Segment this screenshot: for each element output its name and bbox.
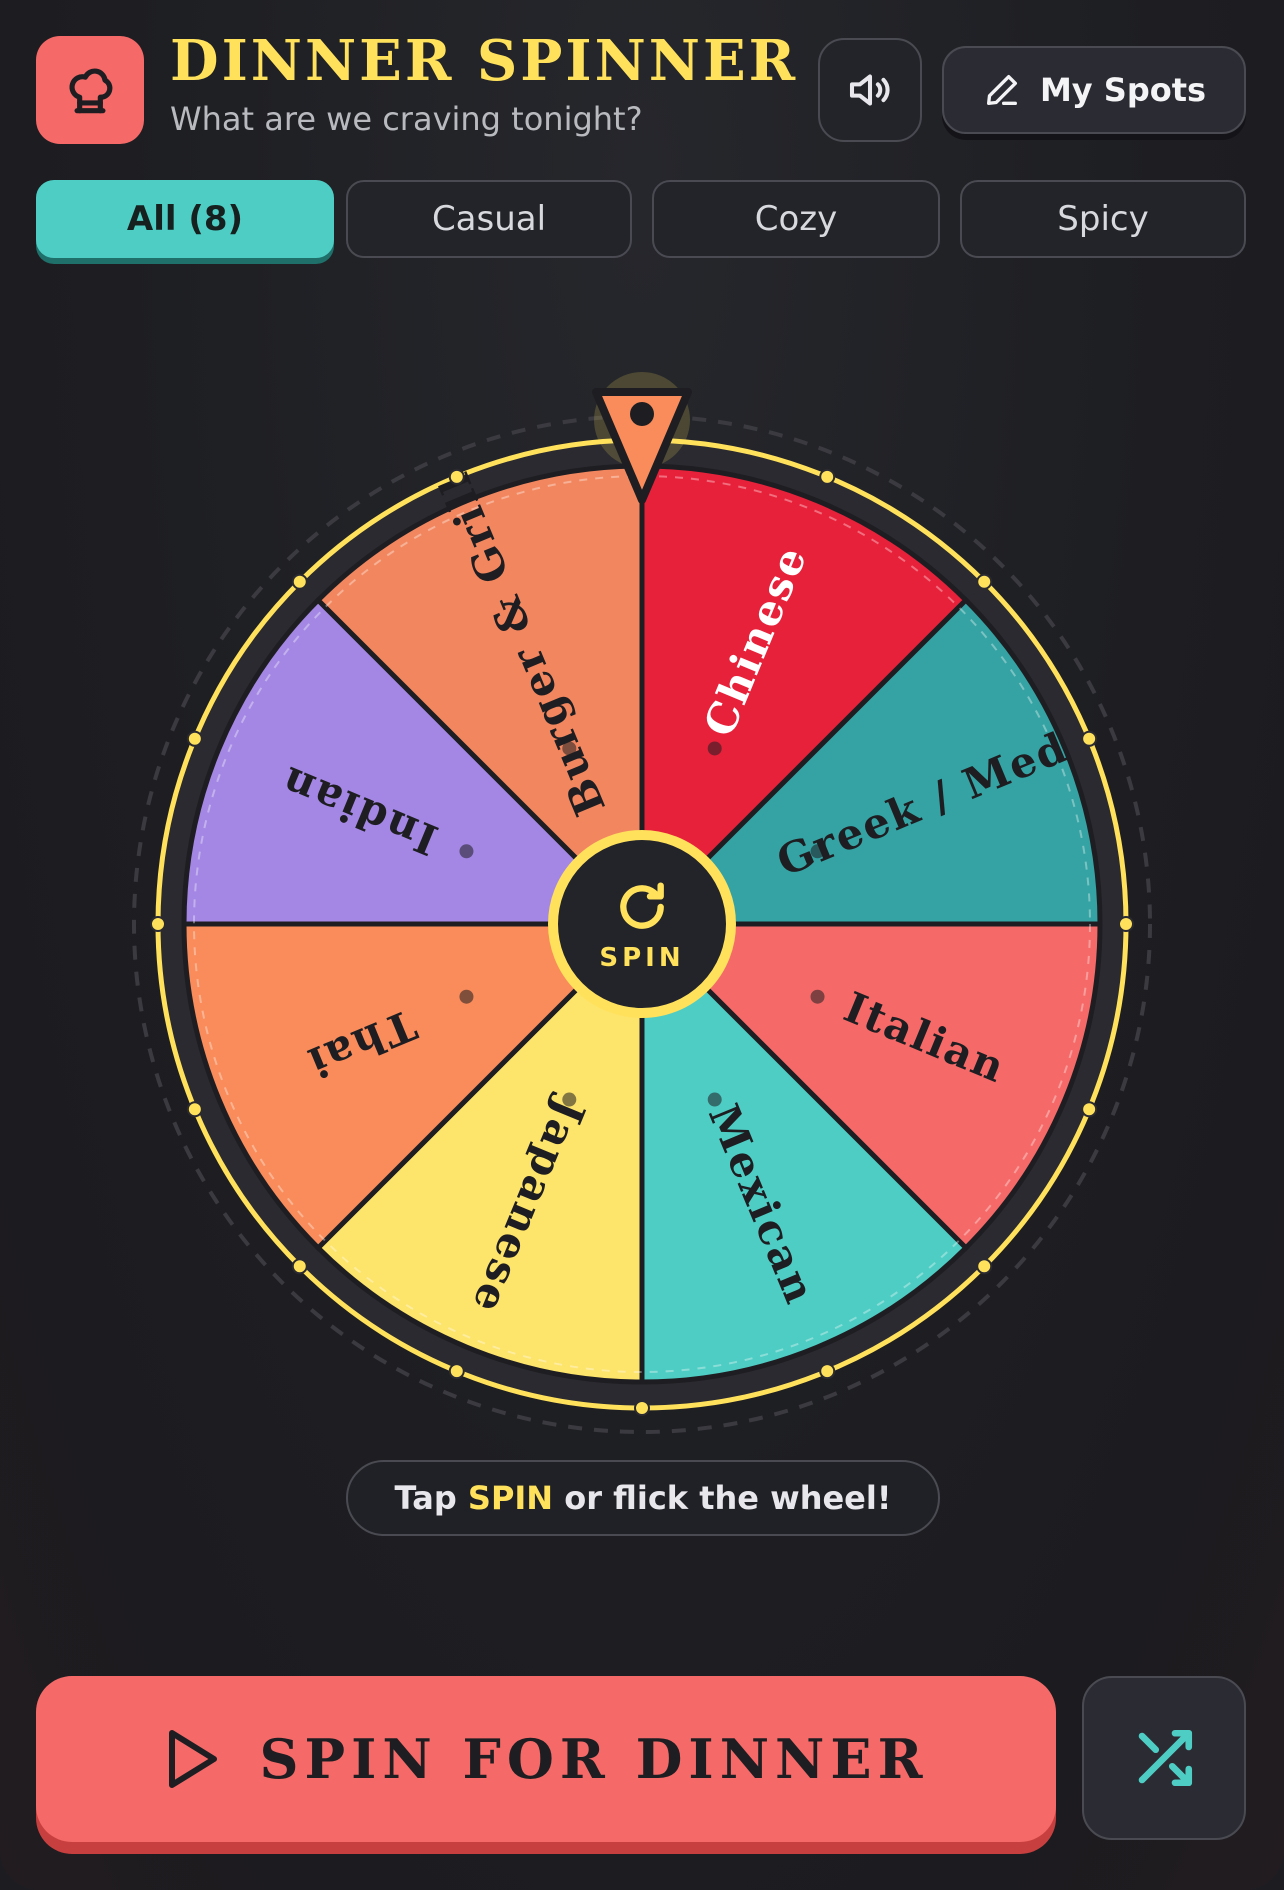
segment-dot <box>810 989 825 1004</box>
rim-bulb <box>976 1258 993 1275</box>
hint-text-pre: Tap <box>394 1479 468 1517</box>
rim-bulb <box>186 730 203 747</box>
shuffle-button[interactable] <box>1082 1676 1246 1840</box>
rim-bulb <box>291 573 308 590</box>
rim-bulb <box>291 1258 308 1275</box>
spin-for-dinner-button[interactable]: SPIN FOR DINNER <box>36 1676 1056 1842</box>
spin-for-dinner-label: SPIN FOR DINNER <box>259 1727 929 1791</box>
rim-bulb <box>448 468 465 485</box>
chef-hat-icon <box>36 36 144 144</box>
segment-dot <box>459 989 474 1004</box>
hint-text-highlight: SPIN <box>467 1479 554 1517</box>
rim-bulb <box>448 1363 465 1380</box>
speaker-icon <box>849 74 890 106</box>
rim-bulb <box>634 1400 650 1416</box>
rim-bulb <box>186 1101 203 1118</box>
app-title: DINNER SPINNER <box>170 28 799 94</box>
tab-cozy[interactable]: Cozy <box>652 180 940 258</box>
play-icon <box>168 1730 217 1788</box>
app-root: DINNER SPINNER What are we craving tonig… <box>0 0 1284 1890</box>
pointer-pin <box>630 402 654 426</box>
rim-bulb <box>819 1363 836 1380</box>
rim-bulb <box>819 468 836 485</box>
rim-bulb <box>150 916 166 932</box>
segment-dot <box>707 1092 722 1107</box>
refresh-icon <box>620 882 664 929</box>
spin-hub-label: SPIN <box>599 943 685 973</box>
rim-bulb <box>1081 1101 1098 1118</box>
app-subtitle: What are we craving tonight? <box>170 100 643 138</box>
my-spots-button[interactable]: My Spots <box>942 46 1246 134</box>
rim-bulb <box>976 573 993 590</box>
segment-dot <box>707 741 722 756</box>
hint-text-post: or flick the wheel! <box>553 1479 892 1517</box>
tab-all[interactable]: All (8) <box>36 180 334 258</box>
spin-hub-button[interactable]: SPIN <box>548 830 736 1018</box>
sound-toggle-button[interactable] <box>818 38 922 142</box>
tab-spicy[interactable]: Spicy <box>960 180 1246 258</box>
segment-dot <box>459 844 474 859</box>
rim-bulb <box>1118 916 1134 932</box>
my-spots-label: My Spots <box>1039 71 1207 109</box>
tab-casual[interactable]: Casual <box>346 180 632 258</box>
rim-bulb <box>1081 730 1098 747</box>
spin-hint: Tap SPIN or flick the wheel! <box>346 1460 940 1536</box>
pencil-icon <box>986 75 1017 106</box>
shuffle-icon <box>1138 1729 1193 1787</box>
